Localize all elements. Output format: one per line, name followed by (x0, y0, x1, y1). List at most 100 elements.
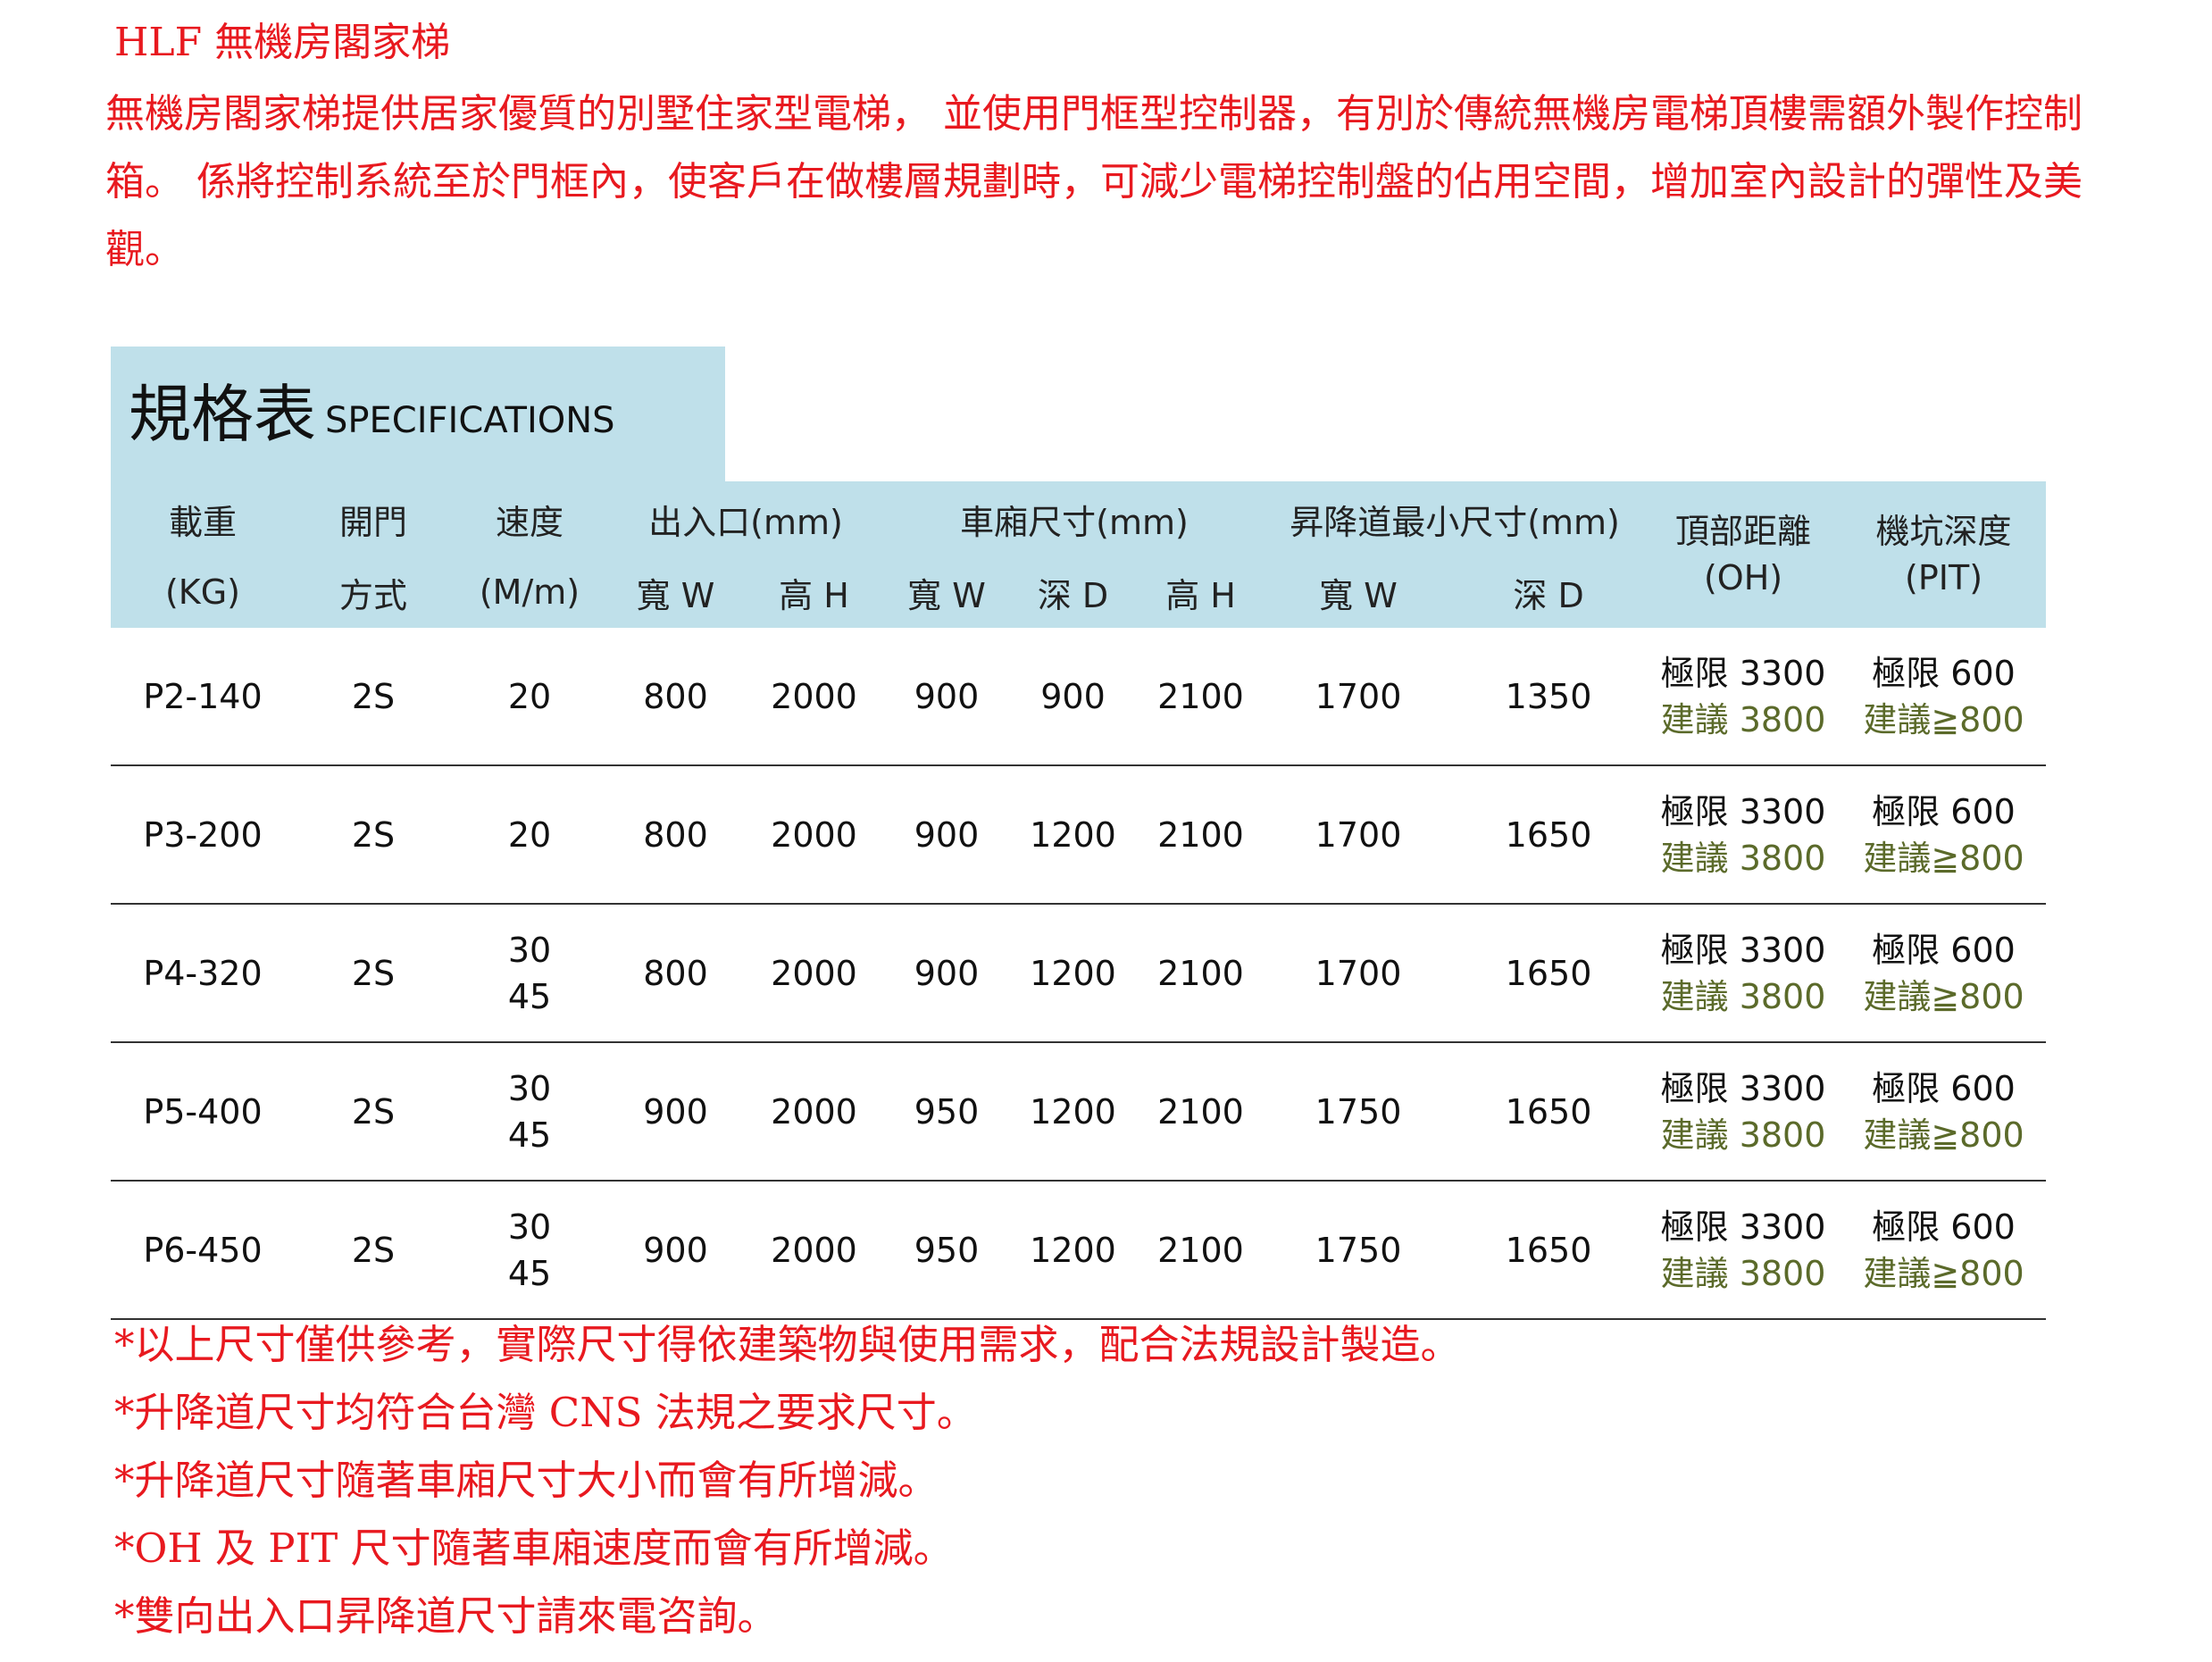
header-speed: 速度 (452, 481, 607, 556)
cell-speed: 20 (452, 628, 607, 766)
recommended-value: 建議≧800 (1863, 1253, 2024, 1293)
cell-shaft-width: 1700 (1265, 628, 1453, 766)
cell-speed: 20 (452, 765, 607, 905)
note-item: *雙向出入口昇降道尺寸請來電咨詢。 (114, 1592, 778, 1640)
recommended-value: 建議≧800 (1863, 976, 2024, 1016)
cell-shaft-width: 1750 (1265, 1181, 1453, 1320)
header-car-width: 寬 W (884, 556, 1009, 628)
cell-car-height: 2100 (1137, 765, 1265, 905)
cell-door: 2S (295, 904, 452, 1043)
cell-entrance-height: 2000 (744, 904, 884, 1043)
cell-shaft-depth: 1350 (1452, 628, 1646, 766)
cell-car-depth: 1200 (1009, 1042, 1137, 1182)
cell-model: P4-320 (111, 904, 295, 1043)
speed-value: 45 (507, 1115, 552, 1155)
cell-entrance-height: 2000 (744, 628, 884, 766)
cell-shaft-depth: 1650 (1452, 1042, 1646, 1182)
header-pit-unit: (PIT) (1905, 558, 1983, 597)
cell-oh: 極限 3300 建議 3800 (1645, 1181, 1842, 1320)
cell-entrance-height: 2000 (744, 1181, 884, 1320)
header-load-unit: (KG) (111, 556, 295, 628)
header-entrance-height: 高 H (744, 556, 884, 628)
cell-oh: 極限 3300 建議 3800 (1645, 1042, 1842, 1182)
cell-car-height: 2100 (1137, 1042, 1265, 1182)
cell-model: P5-400 (111, 1042, 295, 1182)
cell-entrance-width: 800 (607, 904, 744, 1043)
header-shaft: 昇降道最小尺寸(mm) (1265, 481, 1646, 556)
spec-title-zh: 規格表 (129, 378, 316, 451)
recommended-value: 建議 3800 (1660, 699, 1826, 739)
cell-shaft-depth: 1650 (1452, 1181, 1646, 1320)
cell-car-depth: 1200 (1009, 765, 1137, 905)
cell-entrance-width: 800 (607, 765, 744, 905)
speed-value: 30 (507, 1068, 552, 1108)
cell-model: P3-200 (111, 765, 295, 905)
cell-shaft-depth: 1650 (1452, 765, 1646, 905)
limit-value: 極限 600 (1872, 791, 2016, 831)
header-entrance: 出入口(mm) (607, 481, 884, 556)
header-speed-unit: (M/m) (452, 556, 607, 628)
cell-entrance-width: 900 (607, 1042, 744, 1182)
recommended-value: 建議 3800 (1660, 1253, 1826, 1293)
note-item: *升降道尺寸均符合台灣 CNS 法規之要求尺寸。 (114, 1389, 977, 1436)
cell-door: 2S (295, 1181, 452, 1320)
table-row: P3-200 2S 20 800 2000 900 1200 2100 1700 1650 極限 3… (111, 765, 2047, 905)
limit-value: 極限 3300 (1660, 791, 1826, 831)
cell-car-width: 900 (884, 765, 1009, 905)
header-pit: 機坑深度 (PIT) (1841, 481, 2047, 628)
cell-shaft-width: 1700 (1265, 765, 1453, 905)
cell-car-height: 2100 (1137, 1181, 1265, 1320)
recommended-value: 建議≧800 (1863, 838, 2024, 878)
speed-value: 20 (507, 676, 552, 716)
cell-speed: 30 45 (452, 1181, 607, 1320)
speed-value: 20 (507, 814, 552, 855)
header-pit-label: 機坑深度 (1875, 512, 2012, 551)
cell-entrance-width: 800 (607, 628, 744, 766)
cell-oh: 極限 3300 建議 3800 (1645, 628, 1842, 766)
limit-value: 極限 3300 (1660, 1068, 1826, 1108)
cell-oh: 極限 3300 建議 3800 (1645, 765, 1842, 905)
cell-car-width: 950 (884, 1181, 1009, 1320)
cell-car-width: 900 (884, 628, 1009, 766)
cell-door: 2S (295, 628, 452, 766)
cell-pit: 極限 600 建議≧800 (1841, 1042, 2047, 1182)
table-header-row: 載重 開門 速度 出入口(mm) 車廂尺寸(mm) 昇降道最小尺寸(mm) 頂部… (111, 481, 2047, 628)
note-item: *以上尺寸僅供參考，實際尺寸得依建築物與使用需求，配合法規設計製造。 (114, 1321, 1461, 1368)
cell-entrance-height: 2000 (744, 1042, 884, 1182)
cell-car-height: 2100 (1137, 628, 1265, 766)
cell-shaft-width: 1750 (1265, 1042, 1453, 1182)
header-car-depth: 深 D (1009, 556, 1137, 628)
cell-car-depth: 1200 (1009, 1181, 1137, 1320)
header-load: 載重 (111, 481, 295, 556)
limit-value: 極限 600 (1872, 1207, 2016, 1247)
cell-shaft-depth: 1650 (1452, 904, 1646, 1043)
spec-title-box: 規格表 SPECIFICATIONS (111, 347, 725, 485)
cell-speed: 30 45 (452, 904, 607, 1043)
header-shaft-depth: 深 D (1452, 556, 1646, 628)
header-door: 開門 (295, 481, 452, 556)
table-row: P6-450 2S 30 45 900 2000 950 1200 2100 1750 1650 極限… (111, 1181, 2047, 1320)
note-item: *升降道尺寸隨著車廂尺寸大小而會有所增減。 (114, 1457, 939, 1504)
cell-pit: 極限 600 建議≧800 (1841, 628, 2047, 766)
cell-pit: 極限 600 建議≧800 (1841, 904, 2047, 1043)
table-row: P4-320 2S 30 45 800 2000 900 1200 2100 1700 1650 極限… (111, 904, 2047, 1043)
speed-value: 30 (507, 930, 552, 970)
speed-value: 45 (507, 1253, 552, 1293)
header-door-2: 方式 (295, 556, 452, 628)
table-row: P5-400 2S 30 45 900 2000 950 1200 2100 1750 1650 極限… (111, 1042, 2047, 1182)
cell-oh: 極限 3300 建議 3800 (1645, 904, 1842, 1043)
header-oh-unit: (OH) (1703, 558, 1783, 597)
cell-shaft-width: 1700 (1265, 904, 1453, 1043)
specifications-table: 載重 開門 速度 出入口(mm) 車廂尺寸(mm) 昇降道最小尺寸(mm) 頂部… (111, 481, 2047, 1320)
recommended-value: 建議≧800 (1863, 699, 2024, 739)
cell-speed: 30 45 (452, 1042, 607, 1182)
limit-value: 極限 3300 (1660, 653, 1826, 693)
header-oh: 頂部距離 (OH) (1645, 481, 1842, 628)
document-title: HLF 無機房閣家梯 (114, 20, 451, 65)
recommended-value: 建議 3800 (1660, 1115, 1826, 1155)
cell-car-width: 950 (884, 1042, 1009, 1182)
note-item: *OH 及 PIT 尺寸隨著車廂速度而會有所增減。 (114, 1524, 954, 1572)
limit-value: 極限 3300 (1660, 930, 1826, 970)
limit-value: 極限 600 (1872, 653, 2016, 693)
intro-paragraph: 無機房閣家梯提供居家優質的別墅住家型電梯， 並使用門框型控制器，有別於傳統無機房… (105, 91, 2083, 272)
